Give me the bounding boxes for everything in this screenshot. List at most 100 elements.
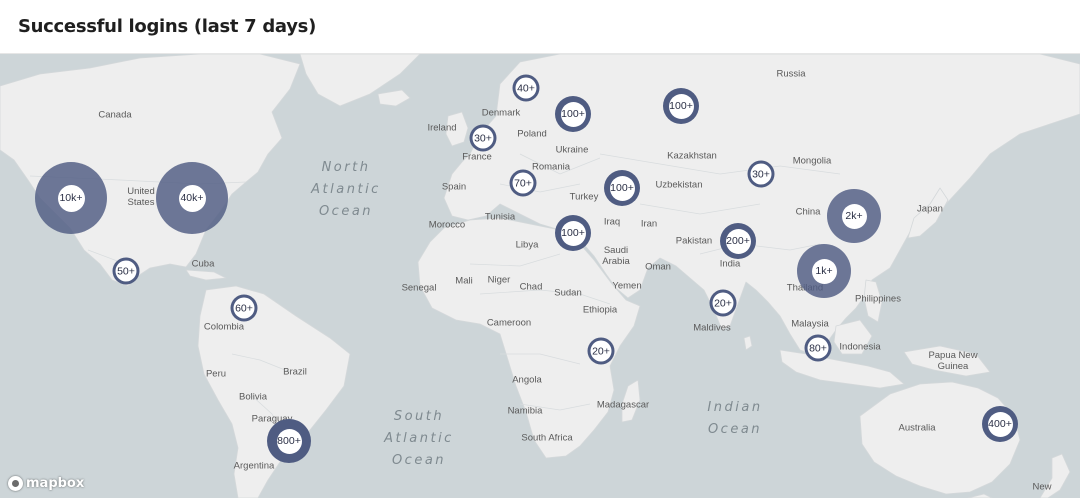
world-map[interactable]: Russia Canada United States Cuba Colombi… [0,54,1080,498]
country-label-france: France [462,151,492,163]
country-label-cameroon: Cameroon [486,317,532,329]
caribbean-landmass [185,269,227,281]
cluster-count: 30+ [750,163,772,185]
country-label-new-zealand: New [1032,481,1052,493]
country-label-sudan: Sudan [554,287,582,299]
iceland-landmass [377,89,411,107]
country-label-ireland: Ireland [427,122,457,134]
country-label-turkey: Turkey [569,191,599,203]
country-label-denmark: Denmark [481,107,521,119]
country-label-iran: Iran [640,218,658,230]
country-label-japan: Japan [917,203,943,215]
cluster-count: 100+ [668,93,694,119]
country-label-india: India [719,258,741,270]
cluster-count: 400+ [987,411,1013,437]
cluster-count: 1k+ [811,258,837,284]
country-label-maldives: Maldives [693,322,731,334]
country-label-mali: Mali [455,275,473,287]
country-label-tunisia: Tunisia [484,211,516,223]
sri-lanka-landmass [743,335,753,351]
country-label-ukraine: Ukraine [555,144,589,156]
indonesia-landmass [779,349,905,389]
country-label-bolivia: Bolivia [239,391,267,403]
mapbox-logo-icon [8,476,23,491]
country-label-oman: Oman [645,261,671,273]
cluster-marker-balkans[interactable]: 70+ [509,169,537,197]
cluster-marker-uk-france[interactable]: 30+ [469,124,497,152]
cluster-count: 100+ [560,220,586,246]
cluster-count: 40k+ [178,184,206,212]
country-label-uzbekistan: Uzbekistan [655,179,703,191]
country-label-peru: Peru [205,368,227,380]
country-label-namibia: Namibia [507,405,543,417]
country-label-south-africa: South Africa [521,432,573,444]
card-title: Successful logins (last 7 days) [18,16,316,37]
country-label-madagascar: Madagascar [596,399,650,411]
cluster-count: 80+ [807,337,829,359]
country-label-angola: Angola [512,374,542,386]
north-america-landmass [0,54,301,287]
country-label-canada: Canada [98,109,132,121]
country-label-china: China [795,206,821,218]
cluster-marker-russia-west[interactable]: 100+ [663,88,699,124]
country-label-cuba: Cuba [191,258,215,270]
ocean-label-indian: Indian Ocean [707,400,763,437]
cluster-marker-baltic[interactable]: 40+ [512,74,540,102]
cluster-marker-china-east[interactable]: 2k+ [827,189,881,243]
cluster-marker-us-west[interactable]: 10k+ [35,162,107,234]
country-label-chad: Chad [519,281,543,293]
country-label-ethiopia: Ethiopia [582,304,618,316]
country-label-morocco: Morocco [428,219,466,231]
country-label-argentina: Argentina [233,460,275,472]
cluster-marker-mexico[interactable]: 50+ [112,257,140,285]
ocean-label-north-atlantic: North Atlantic Ocean [311,160,381,219]
country-label-yemen: Yemen [612,280,642,292]
country-label-united-states: United States [127,186,155,208]
country-label-saudi-arabia: Saudi Arabia [602,245,630,267]
cluster-count: 800+ [276,428,302,454]
cluster-marker-colombia[interactable]: 60+ [230,294,258,322]
tasmania-landmass [967,493,993,498]
country-label-papua-new-guinea: Papua New Guinea [928,350,978,372]
cluster-count: 100+ [560,101,586,127]
country-label-russia: Russia [776,68,806,80]
cluster-marker-egypt[interactable]: 100+ [555,215,591,251]
cluster-count: 100+ [609,175,635,201]
country-label-malaysia: Malaysia [791,318,829,330]
country-label-indonesia: Indonesia [839,341,881,353]
cluster-marker-india-north[interactable]: 200+ [720,223,756,259]
cluster-marker-turkey[interactable]: 100+ [604,170,640,206]
country-label-spain: Spain [441,181,467,193]
cluster-count: 40+ [515,77,537,99]
cluster-marker-southeast-asia[interactable]: 1k+ [797,244,851,298]
mapbox-logo-text: mapbox [26,476,85,491]
cluster-marker-indonesia[interactable]: 80+ [804,334,832,362]
cluster-count: 50+ [115,260,137,282]
cluster-marker-us-east[interactable]: 40k+ [156,162,228,234]
cluster-count: 20+ [590,340,612,362]
country-label-kazakhstan: Kazakhstan [667,150,717,162]
cluster-count: 2k+ [841,203,867,229]
cluster-count: 200+ [725,228,751,254]
ocean-label-south-atlantic: South Atlantic Ocean [384,409,454,468]
country-label-iraq: Iraq [603,216,621,228]
card-header: Successful logins (last 7 days) [0,0,1080,54]
cluster-count: 70+ [512,172,534,194]
cluster-marker-east-africa[interactable]: 20+ [587,337,615,365]
country-label-pakistan: Pakistan [675,235,713,247]
country-label-mongolia: Mongolia [792,155,832,167]
cluster-marker-kazakhstan-east[interactable]: 30+ [747,160,775,188]
country-label-australia: Australia [898,422,936,434]
country-label-libya: Libya [515,239,539,251]
logins-map-card: Successful logins (last 7 days) Russia C… [0,0,1080,498]
mapbox-logo[interactable]: mapbox [8,476,84,491]
cluster-marker-brazil-south[interactable]: 800+ [267,419,311,463]
cluster-marker-poland[interactable]: 100+ [555,96,591,132]
cluster-marker-australia-east[interactable]: 400+ [982,406,1018,442]
country-label-niger: Niger [487,274,511,286]
cluster-marker-india-south[interactable]: 20+ [709,289,737,317]
cluster-count: 60+ [233,297,255,319]
country-label-brazil: Brazil [283,366,307,378]
cluster-count: 30+ [472,127,494,149]
cluster-count: 20+ [712,292,734,314]
